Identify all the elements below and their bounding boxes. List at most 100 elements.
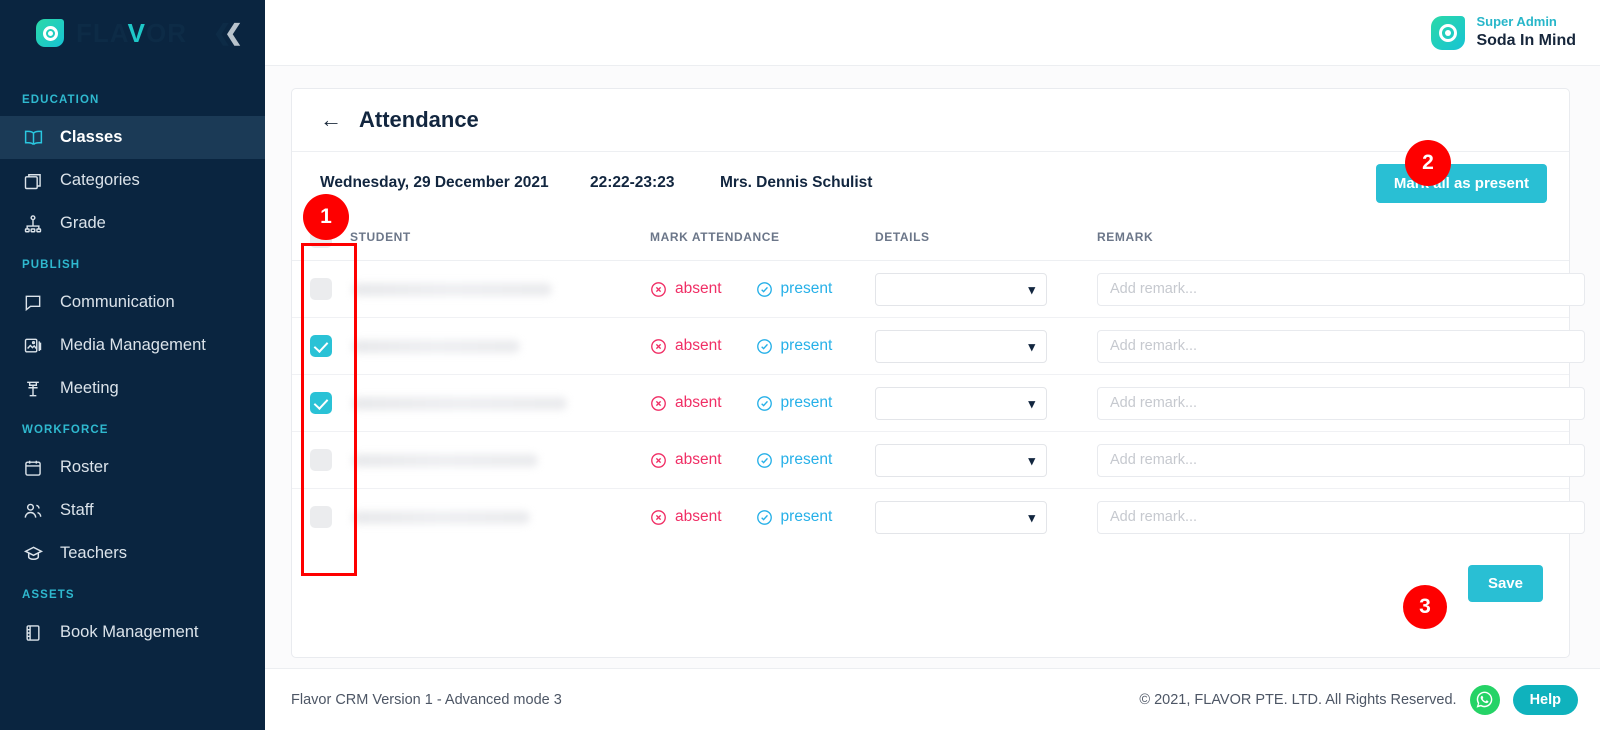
session-date: Wednesday, 29 December 2021 bbox=[320, 174, 549, 191]
mark-present-option[interactable]: present bbox=[756, 508, 832, 526]
help-button[interactable]: Help bbox=[1512, 684, 1578, 715]
details-cell: ▾ bbox=[875, 260, 1075, 318]
row-checkbox[interactable] bbox=[310, 392, 332, 414]
session-teacher: Mrs. Dennis Schulist bbox=[720, 174, 873, 191]
user-menu[interactable]: Super Admin Soda In Mind bbox=[1431, 14, 1576, 50]
column-header-details: DETAILS bbox=[875, 214, 1075, 261]
table-row: absent present ▾ bbox=[292, 489, 1585, 546]
book-open-icon bbox=[22, 127, 44, 149]
chevron-down-icon: ▾ bbox=[1028, 452, 1035, 468]
footer-copyright: © 2021, FLAVOR PTE. LTD. All Rights Rese… bbox=[1139, 691, 1457, 708]
remark-input[interactable] bbox=[1097, 386, 1585, 420]
remark-input[interactable] bbox=[1097, 443, 1585, 477]
sidebar-section-label-workforce: WORKFORCE bbox=[22, 424, 109, 436]
remark-input[interactable] bbox=[1097, 329, 1585, 363]
users-icon bbox=[22, 500, 44, 522]
mark-absent-label: absent bbox=[675, 394, 722, 411]
annotation-badge-1: 1 bbox=[303, 194, 349, 240]
table-row: absent present ▾ bbox=[292, 431, 1585, 489]
mark-present-option[interactable]: present bbox=[756, 451, 833, 469]
sidebar-section-label-assets: ASSETS bbox=[22, 589, 75, 601]
details-cell: ▾ bbox=[875, 374, 1075, 432]
brand-part-2: V bbox=[127, 17, 146, 48]
mark-absent-label: absent bbox=[675, 508, 722, 526]
mark-present-option[interactable]: present bbox=[756, 280, 832, 298]
mark-present-option[interactable]: present bbox=[756, 394, 832, 412]
footer-version: Flavor CRM Version 1 - Advanced mode 3 bbox=[291, 691, 562, 708]
mark-attendance-cell: absent present bbox=[650, 489, 875, 546]
card-header: ← Attendance bbox=[292, 89, 1569, 152]
brand-part-3: OR bbox=[145, 17, 187, 48]
sidebar-section-label-education: EDUCATION bbox=[22, 94, 100, 106]
hierarchy-icon bbox=[22, 213, 44, 235]
mark-all-as-present-button[interactable]: Mark all as present bbox=[1375, 163, 1547, 203]
arrow-left-icon[interactable]: ← bbox=[320, 109, 342, 131]
row-checkbox[interactable] bbox=[310, 278, 332, 300]
sidebar-item-grade[interactable]: Grade bbox=[0, 202, 265, 245]
sidebar-item-staff[interactable]: Staff bbox=[0, 489, 265, 532]
mark-present-label: present bbox=[780, 451, 833, 468]
details-select[interactable]: ▾ bbox=[875, 443, 1047, 477]
sidebar-item-label: Grade bbox=[60, 214, 106, 232]
mark-attendance-cell: absent present bbox=[650, 317, 875, 375]
sidebar-logo-bar: FLAVOR ❮ ❮ bbox=[0, 0, 265, 66]
sidebar-item-teachers[interactable]: Teachers bbox=[0, 532, 265, 575]
whatsapp-icon[interactable] bbox=[1469, 684, 1500, 715]
mark-absent-label: absent bbox=[675, 451, 722, 468]
details-select[interactable]: ▾ bbox=[875, 386, 1047, 420]
attendance-table: STUDENT MARK ATTENDANCE DETAILS REMARK a… bbox=[292, 214, 1585, 546]
mark-absent-option[interactable]: absent bbox=[650, 394, 722, 412]
sidebar-item-categories[interactable]: Categories bbox=[0, 159, 265, 202]
session-meta-row: Wednesday, 29 December 2021 22:22-23:23 … bbox=[292, 152, 1569, 214]
sidebar-item-media-management[interactable]: Media Management bbox=[0, 324, 265, 367]
flavor-logo-icon bbox=[36, 19, 64, 47]
mark-absent-option[interactable]: absent bbox=[650, 451, 722, 469]
session-time: 22:22-23:23 bbox=[590, 174, 675, 191]
row-checkbox[interactable] bbox=[310, 335, 332, 357]
row-select-cell bbox=[292, 489, 350, 546]
sidebar-item-book-management[interactable]: Book Management bbox=[0, 611, 265, 654]
details-select[interactable]: ▾ bbox=[875, 272, 1047, 306]
mark-absent-option[interactable]: absent bbox=[650, 280, 722, 298]
student-name-cell bbox=[350, 489, 650, 546]
row-select-cell bbox=[292, 374, 350, 432]
brand-wordmark: FLAVOR bbox=[76, 18, 187, 49]
details-select[interactable]: ▾ bbox=[875, 500, 1047, 534]
sidebar-item-communication[interactable]: Communication bbox=[0, 281, 265, 324]
table-row: absent present ▾ bbox=[292, 317, 1585, 375]
page-title: Attendance bbox=[359, 107, 479, 132]
row-checkbox[interactable] bbox=[310, 506, 332, 529]
sidebar-item-meeting[interactable]: Meeting bbox=[0, 367, 265, 410]
table-row: absent present ▾ bbox=[292, 374, 1585, 432]
chevrons-left-icon[interactable]: ❮ ❮ bbox=[213, 22, 243, 44]
remark-cell bbox=[1075, 431, 1585, 489]
remark-cell bbox=[1075, 489, 1585, 546]
column-header-student: STUDENT bbox=[350, 214, 650, 261]
sidebar-nav: EDUCATION Classes Categories Grade PUBLI… bbox=[0, 66, 265, 654]
sidebar-item-label: Categories bbox=[60, 171, 140, 189]
remark-input[interactable] bbox=[1097, 272, 1585, 306]
row-checkbox[interactable] bbox=[310, 449, 332, 471]
mark-attendance-cell: absent present bbox=[650, 260, 875, 318]
sidebar-item-roster[interactable]: Roster bbox=[0, 446, 265, 489]
mark-absent-label: absent bbox=[675, 280, 722, 297]
details-select[interactable]: ▾ bbox=[875, 329, 1047, 363]
sidebar-item-label: Staff bbox=[60, 501, 94, 519]
row-select-cell bbox=[292, 317, 350, 375]
sidebar-section-label-publish: PUBLISH bbox=[22, 259, 81, 271]
student-name-cell bbox=[350, 431, 650, 489]
save-button[interactable]: Save bbox=[1467, 564, 1543, 602]
student-name-cell bbox=[350, 260, 650, 318]
details-cell: ▾ bbox=[875, 317, 1075, 375]
mark-absent-option[interactable]: absent bbox=[650, 508, 722, 526]
graduation-cap-icon bbox=[22, 543, 44, 565]
sidebar-item-label: Classes bbox=[60, 128, 123, 146]
remark-cell bbox=[1075, 374, 1585, 432]
sidebar-item-classes[interactable]: Classes bbox=[0, 116, 265, 159]
mark-present-option[interactable]: present bbox=[756, 337, 832, 355]
mark-absent-option[interactable]: absent bbox=[650, 337, 722, 355]
remark-cell bbox=[1075, 260, 1585, 318]
remark-input[interactable] bbox=[1097, 500, 1585, 534]
sidebar-item-label: Teachers bbox=[60, 544, 127, 562]
chevron-down-icon: ▾ bbox=[1028, 395, 1035, 411]
